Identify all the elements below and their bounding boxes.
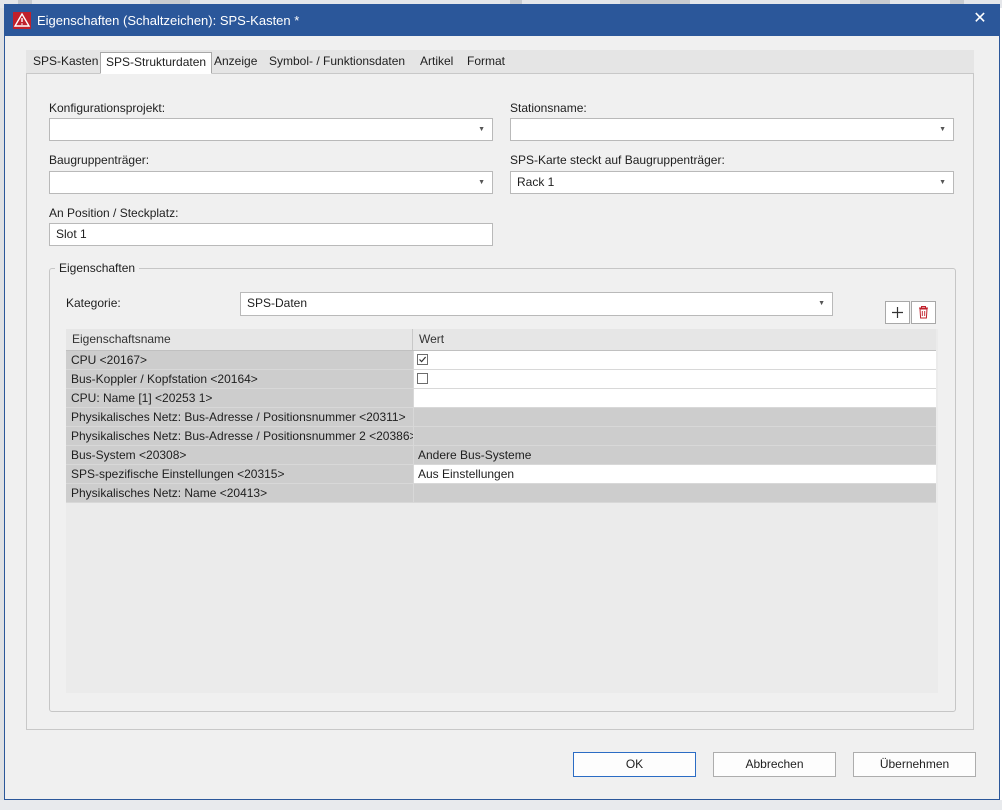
table-row[interactable]: CPU <20167> bbox=[66, 351, 936, 370]
column-header-wert[interactable]: Wert bbox=[413, 329, 936, 350]
bus-koppler-checkbox[interactable] bbox=[417, 373, 428, 384]
konfigurationsprojekt-label: Konfigurationsprojekt: bbox=[49, 101, 166, 115]
apply-button[interactable]: Übernehmen bbox=[853, 752, 976, 777]
property-value-cell bbox=[413, 484, 936, 503]
chevron-down-icon: ▼ bbox=[818, 300, 825, 307]
cancel-button[interactable]: Abbrechen bbox=[713, 752, 836, 777]
chevron-down-icon: ▼ bbox=[478, 179, 485, 186]
property-name-cell: Physikalisches Netz: Bus-Adresse / Posit… bbox=[66, 427, 413, 446]
position-label: An Position / Steckplatz: bbox=[49, 206, 179, 220]
tab-format[interactable]: Format bbox=[467, 50, 505, 73]
property-name-cell: SPS-spezifische Einstellungen <20315> bbox=[66, 465, 413, 484]
kategorie-label: Kategorie: bbox=[66, 296, 121, 310]
property-name-cell: Physikalisches Netz: Name <20413> bbox=[66, 484, 413, 503]
kategorie-dropdown[interactable]: SPS-Daten ▼ bbox=[240, 292, 833, 316]
property-value-cell: Andere Bus-Systeme bbox=[413, 446, 936, 465]
sps-karte-label: SPS-Karte steckt auf Baugruppenträger: bbox=[510, 153, 725, 167]
tab-strip: SPS-Kasten SPS-Strukturdaten Anzeige Sym… bbox=[26, 50, 974, 74]
dialog-title: Eigenschaften (Schaltzeichen): SPS-Kaste… bbox=[37, 13, 300, 28]
property-value-cell[interactable] bbox=[413, 370, 936, 389]
delete-property-button[interactable] bbox=[911, 301, 936, 324]
stationsname-label: Stationsname: bbox=[510, 101, 587, 115]
table-row[interactable]: Physikalisches Netz: Name <20413> bbox=[66, 484, 936, 503]
column-header-eigenschaftsname[interactable]: Eigenschaftsname bbox=[66, 329, 413, 350]
sps-karte-dropdown[interactable]: Rack 1 ▼ bbox=[510, 171, 954, 194]
cpu-checkbox[interactable] bbox=[417, 354, 428, 365]
table-row[interactable]: SPS-spezifische Einstellungen <20315> Au… bbox=[66, 465, 936, 484]
background-app-statusbar bbox=[0, 800, 1002, 810]
property-value-cell[interactable] bbox=[413, 389, 936, 408]
chevron-down-icon: ▼ bbox=[939, 126, 946, 133]
property-name-cell: CPU <20167> bbox=[66, 351, 413, 370]
baugruppentraeger-label: Baugruppenträger: bbox=[49, 153, 150, 167]
trash-icon bbox=[919, 306, 928, 319]
table-row[interactable]: Bus-System <20308> Andere Bus-Systeme bbox=[66, 446, 936, 465]
property-value-cell bbox=[413, 408, 936, 427]
properties-table: Eigenschaftsname Wert CPU <20167> Bus-Ko… bbox=[66, 329, 938, 693]
property-value-cell[interactable]: Aus Einstellungen bbox=[413, 465, 936, 484]
tab-sps-strukturdaten[interactable]: SPS-Strukturdaten bbox=[100, 52, 213, 74]
sps-karte-value: Rack 1 bbox=[517, 175, 555, 189]
tab-sps-kasten[interactable]: SPS-Kasten bbox=[33, 50, 98, 73]
property-name-cell: Physikalisches Netz: Bus-Adresse / Posit… bbox=[66, 408, 413, 427]
property-name-cell: Bus-System <20308> bbox=[66, 446, 413, 465]
property-value-cell bbox=[413, 427, 936, 446]
chevron-down-icon: ▼ bbox=[939, 179, 946, 186]
table-row[interactable]: Physikalisches Netz: Bus-Adresse / Posit… bbox=[66, 408, 936, 427]
tab-symbol-funktionsdaten[interactable]: Symbol- / Funktionsdaten bbox=[269, 50, 405, 73]
plus-icon bbox=[892, 307, 903, 318]
ok-button[interactable]: OK bbox=[573, 752, 696, 777]
table-row[interactable]: CPU: Name [1] <20253 1> bbox=[66, 389, 936, 408]
table-row[interactable]: Physikalisches Netz: Bus-Adresse / Posit… bbox=[66, 427, 936, 446]
position-input[interactable]: Slot 1 bbox=[49, 223, 493, 246]
chevron-down-icon: ▼ bbox=[478, 126, 485, 133]
konfigurationsprojekt-dropdown[interactable]: ▼ bbox=[49, 118, 493, 141]
property-value-cell[interactable] bbox=[413, 351, 936, 370]
stationsname-dropdown[interactable]: ▼ bbox=[510, 118, 954, 141]
kategorie-value: SPS-Daten bbox=[247, 296, 308, 310]
app-warning-icon bbox=[13, 12, 31, 29]
checkmark-icon bbox=[419, 356, 427, 363]
dialog-titlebar: Eigenschaften (Schaltzeichen): SPS-Kaste… bbox=[5, 5, 999, 36]
property-name-cell: CPU: Name [1] <20253 1> bbox=[66, 389, 413, 408]
table-row[interactable]: Bus-Koppler / Kopfstation <20164> bbox=[66, 370, 936, 389]
close-icon: ✕ bbox=[973, 10, 987, 27]
tab-artikel[interactable]: Artikel bbox=[420, 50, 453, 73]
property-name-cell: Bus-Koppler / Kopfstation <20164> bbox=[66, 370, 413, 389]
add-property-button[interactable] bbox=[885, 301, 910, 324]
baugruppentraeger-dropdown[interactable]: ▼ bbox=[49, 171, 493, 194]
table-header: Eigenschaftsname Wert bbox=[66, 329, 936, 351]
properties-group-title: Eigenschaften bbox=[55, 261, 140, 275]
close-button[interactable]: ✕ bbox=[969, 8, 991, 30]
tab-anzeige[interactable]: Anzeige bbox=[214, 50, 257, 73]
